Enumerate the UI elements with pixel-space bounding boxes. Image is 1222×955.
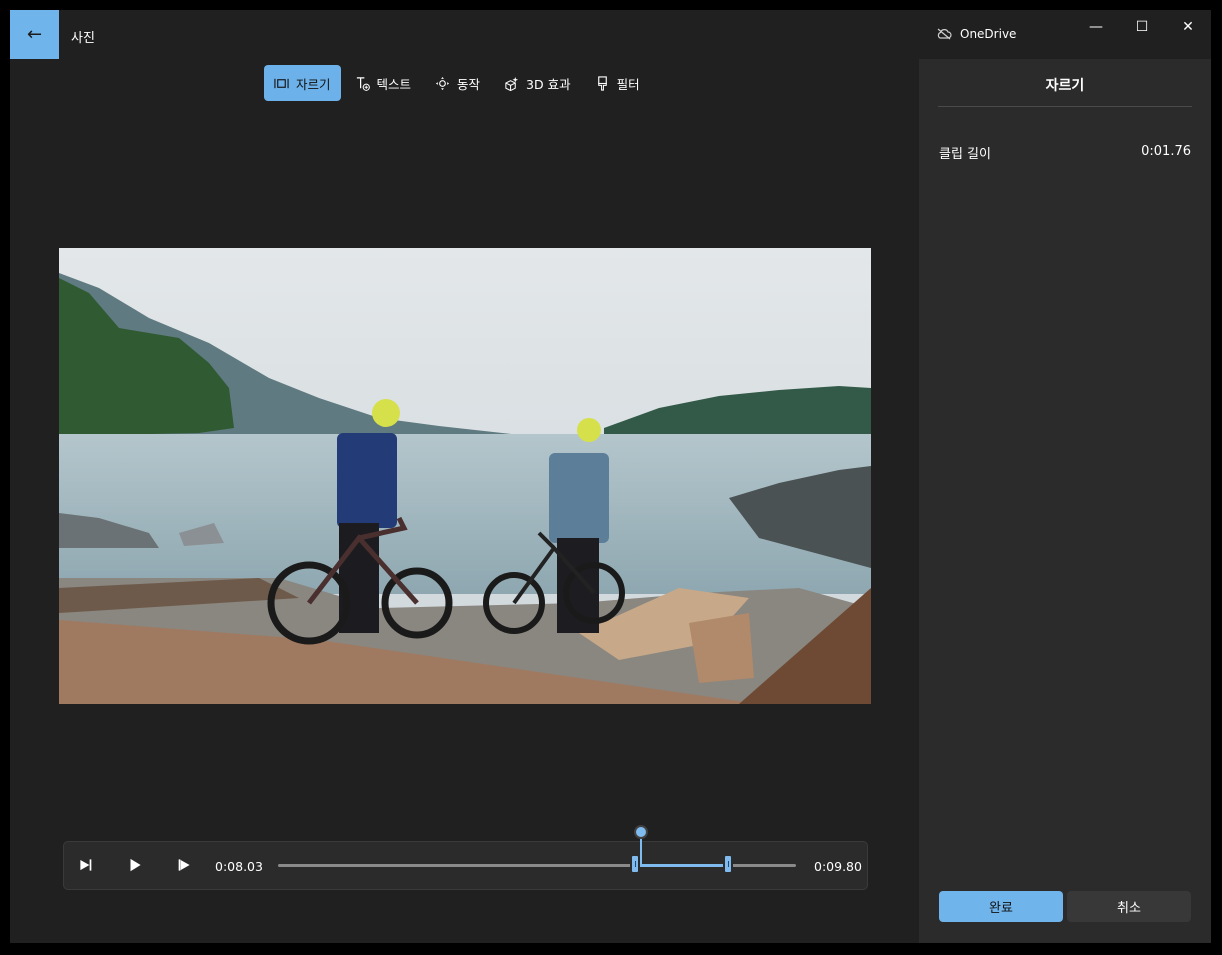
- playhead-line: [639, 837, 642, 867]
- step-back-icon[interactable]: [77, 856, 95, 874]
- tool-motion-label: 동작: [457, 76, 481, 92]
- minimize-button[interactable]: —: [1073, 10, 1119, 44]
- close-button[interactable]: ✕: [1165, 10, 1211, 44]
- step-forward-icon[interactable]: [175, 856, 193, 874]
- video-frame-image: [59, 248, 871, 704]
- back-arrow-icon: ←: [26, 24, 43, 45]
- tool-3d-effects-label: 3D 효과: [526, 76, 571, 92]
- video-preview: [59, 248, 871, 704]
- tool-text[interactable]: 텍스트: [345, 65, 422, 101]
- clip-length-label: 클립 길이: [939, 147, 991, 162]
- start-time: 0:08.03: [215, 859, 263, 874]
- panel-title: 자르기: [1045, 78, 1085, 94]
- onedrive-status[interactable]: OneDrive: [936, 27, 1016, 41]
- cloud-off-icon: [937, 28, 952, 40]
- trim-icon: [274, 78, 289, 88]
- cancel-button[interactable]: 취소: [1067, 891, 1191, 922]
- 3d-effects-icon: [505, 76, 519, 91]
- onedrive-label: OneDrive: [960, 27, 1017, 41]
- window-controls: — ☐ ✕: [1073, 10, 1211, 44]
- trim-panel: 자르기 클립 길이 0:01.76 완료 취소: [919, 59, 1211, 943]
- filter-brush-icon: [597, 75, 607, 91]
- trim-timeline: 0:08.03 0:09.80: [63, 841, 868, 890]
- app-title: 사진: [71, 31, 95, 46]
- trim-end-handle[interactable]: [722, 854, 733, 874]
- tool-motion[interactable]: 동작: [425, 65, 490, 101]
- tool-text-label: 텍스트: [376, 76, 412, 92]
- play-icon[interactable]: [126, 856, 144, 874]
- tool-filter-label: 필터: [616, 76, 640, 92]
- tool-3d-effects[interactable]: 3D 효과: [494, 65, 581, 101]
- back-button[interactable]: ←: [10, 10, 59, 59]
- tool-trim-label: 자르기: [296, 76, 331, 92]
- edit-toolbar: 자르기 텍스트 동작 3D 효과 필터: [264, 65, 654, 101]
- done-button[interactable]: 완료: [939, 891, 1063, 922]
- clip-length-value: 0:01.76: [1141, 144, 1191, 159]
- playhead[interactable]: [633, 825, 648, 839]
- motion-icon: [435, 76, 450, 90]
- panel-divider: [938, 106, 1192, 107]
- text-add-icon: [356, 76, 370, 91]
- maximize-button[interactable]: ☐: [1119, 10, 1165, 44]
- trim-selection: [635, 864, 728, 867]
- tool-trim[interactable]: 자르기: [264, 65, 341, 101]
- photos-app-window: ← 사진 OneDrive — ☐ ✕ 자르기 텍스트 동작 3D 효과 필터 …: [10, 10, 1211, 943]
- tool-filter[interactable]: 필터: [585, 65, 650, 101]
- end-time: 0:09.80: [814, 859, 862, 874]
